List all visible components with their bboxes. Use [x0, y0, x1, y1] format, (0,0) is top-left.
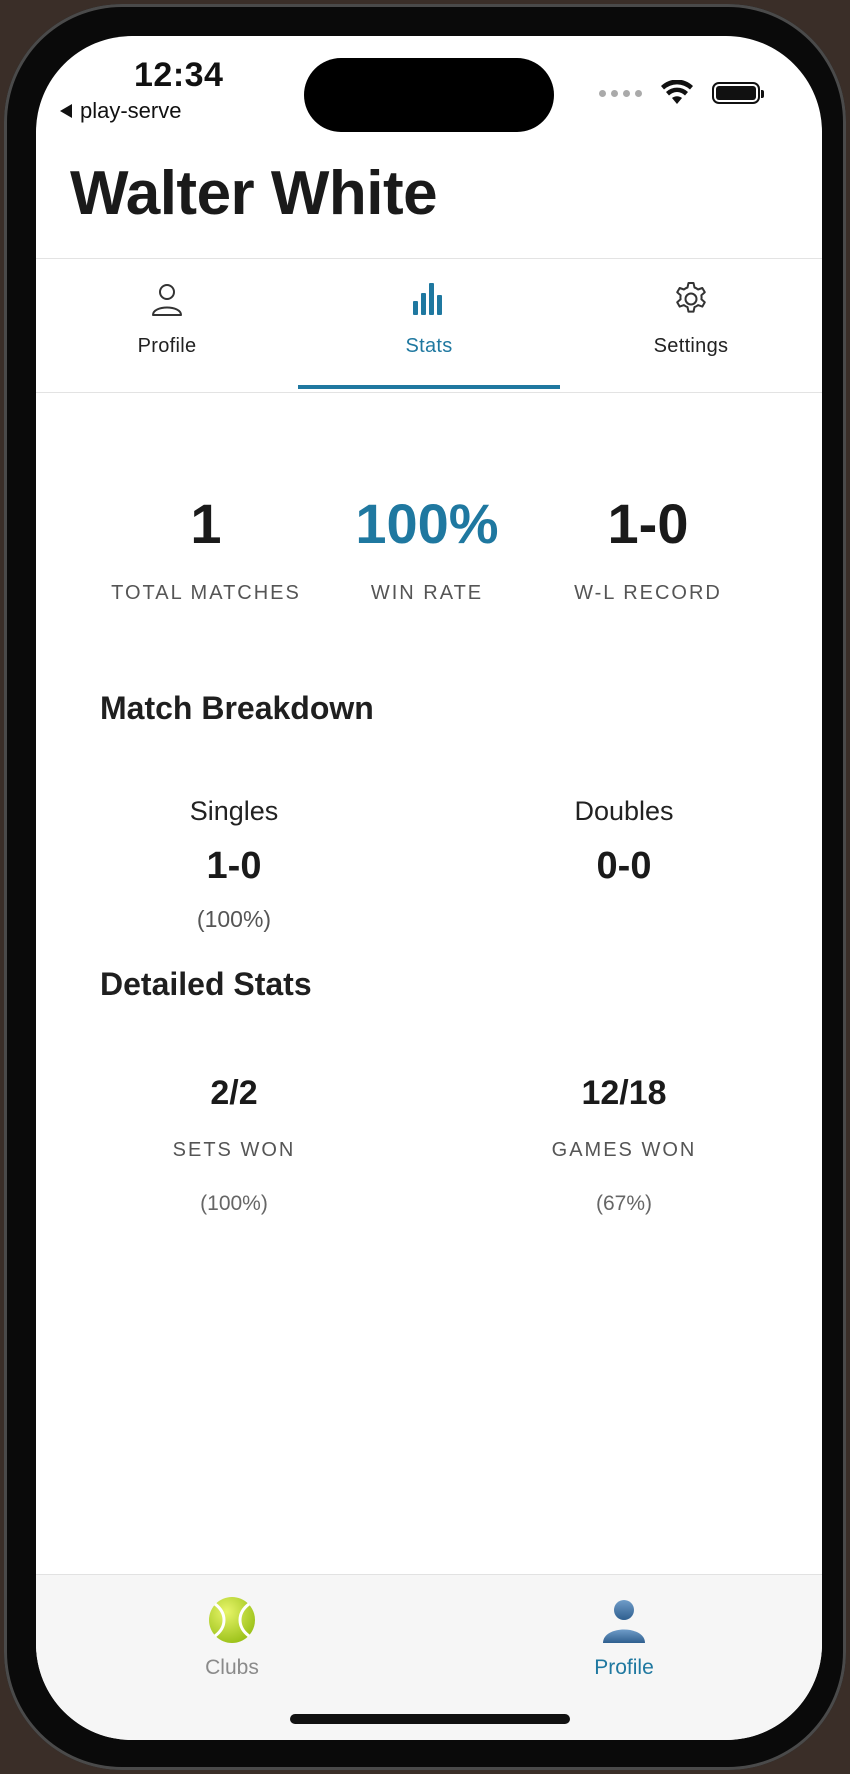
doubles-record: 0-0: [596, 845, 652, 887]
games-won-label: GAMES WON: [551, 1139, 697, 1161]
home-indicator: [290, 1714, 570, 1724]
status-time: 12:34: [134, 56, 224, 94]
summary-stats: 1 TOTAL MATCHES 100% WIN RATE 1-0 W-L RE…: [96, 496, 758, 605]
tennis-ball-icon: [209, 1597, 255, 1643]
doubles-breakdown: Doubles 0-0: [524, 796, 724, 933]
bottom-nav-clubs[interactable]: Clubs: [152, 1595, 312, 1680]
games-won-stat: 12/18 GAMES WON (67%): [524, 1074, 724, 1216]
tab-profile[interactable]: Profile: [36, 259, 298, 389]
singles-breakdown: Singles 1-0 (100%): [134, 796, 334, 933]
tab-profile-label: Profile: [137, 335, 197, 357]
singles-title: Singles: [189, 796, 279, 826]
cellular-signal-icon: [599, 89, 642, 97]
wl-record-label: W-L RECORD: [574, 582, 722, 604]
tab-stats-label: Stats: [405, 335, 453, 357]
dynamic-island: [304, 58, 554, 132]
phone-screen: 12:34 play-serve Walter White Profile St…: [36, 36, 822, 1740]
detailed-stats: 2/2 SETS WON (100%) 12/18 GAMES WON (67%…: [134, 1074, 724, 1216]
divider: [36, 392, 822, 393]
page-title: Walter White: [70, 159, 438, 228]
profile-tabs: Profile Stats Settings: [36, 259, 822, 389]
win-rate-stat: 100% WIN RATE: [317, 496, 537, 605]
sets-won-value: 2/2: [210, 1074, 258, 1112]
bottom-nav-clubs-label: Clubs: [205, 1656, 259, 1679]
match-breakdown-title: Match Breakdown: [100, 690, 374, 726]
bottom-nav-profile[interactable]: Profile: [544, 1595, 704, 1680]
match-breakdown: Singles 1-0 (100%) Doubles 0-0: [134, 796, 724, 933]
tab-stats[interactable]: Stats: [298, 259, 560, 389]
wifi-icon: [661, 80, 693, 104]
detailed-stats-title: Detailed Stats: [100, 966, 312, 1002]
bottom-nav-profile-label: Profile: [594, 1656, 654, 1679]
back-arrow-icon: [60, 104, 72, 118]
gear-icon: [676, 282, 706, 313]
sets-won-label: SETS WON: [172, 1139, 296, 1161]
singles-record: 1-0: [206, 845, 262, 887]
win-rate-value: 100%: [355, 492, 499, 555]
tab-settings-label: Settings: [653, 335, 729, 357]
total-matches-label: TOTAL MATCHES: [111, 582, 301, 604]
person-outline-icon: [152, 284, 182, 316]
person-silhouette-icon: [603, 1600, 645, 1643]
win-rate-label: WIN RATE: [370, 582, 484, 604]
status-icons: [599, 80, 764, 106]
back-to-app-link[interactable]: play-serve: [60, 98, 181, 124]
battery-icon: [712, 82, 764, 104]
total-matches-stat: 1 TOTAL MATCHES: [96, 496, 316, 605]
wl-record-value: 1-0: [607, 492, 689, 555]
tab-settings[interactable]: Settings: [560, 259, 822, 389]
singles-pct: (100%): [196, 906, 272, 932]
games-won-value: 12/18: [581, 1074, 667, 1112]
sets-won-stat: 2/2 SETS WON (100%): [134, 1074, 334, 1216]
bar-chart-icon: [413, 283, 442, 315]
sets-won-pct: (100%): [200, 1192, 268, 1215]
doubles-title: Doubles: [574, 796, 674, 826]
total-matches-value: 1: [190, 492, 222, 555]
back-app-label: play-serve: [80, 98, 182, 123]
wl-record-stat: 1-0 W-L RECORD: [538, 496, 758, 605]
games-won-pct: (67%): [595, 1192, 653, 1215]
